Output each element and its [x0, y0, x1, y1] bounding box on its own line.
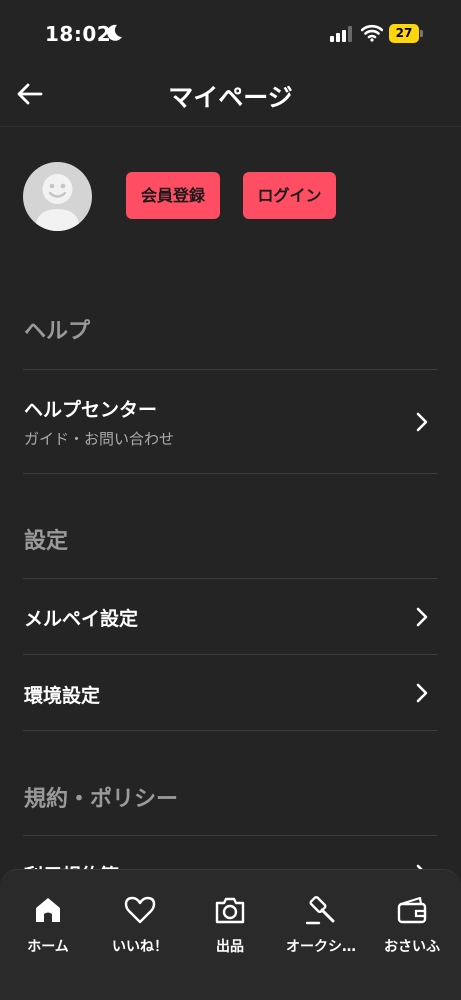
tab-likes[interactable]: いいね！: [94, 894, 186, 955]
wifi-icon: [361, 24, 383, 42]
chevron-right-icon: [416, 683, 428, 703]
tab-auction[interactable]: オークシ…: [275, 894, 367, 955]
cellular-signal-icon: [330, 26, 352, 42]
section-settings-title: 設定: [24, 529, 69, 554]
tab-wallet-label: おさいふ: [384, 939, 440, 955]
tab-sell[interactable]: 出品: [184, 894, 276, 955]
login-button[interactable]: ログイン: [243, 172, 336, 219]
chevron-right-icon: [416, 607, 428, 627]
bottom-tab-bar: ホーム いいね！ 出品 オークシ… おさいふ: [0, 869, 461, 1000]
tab-sell-label: 出品: [216, 939, 244, 955]
help-center-label: ヘルプセンター: [24, 399, 158, 421]
menu-item-help-center[interactable]: ヘルプセンター ガイド・お問い合わせ: [0, 370, 461, 473]
divider: [23, 730, 437, 731]
avatar[interactable]: [23, 162, 92, 231]
tab-wallet[interactable]: おさいふ: [366, 894, 458, 955]
section-help-title: ヘルプ: [24, 319, 91, 344]
wallet-icon: [397, 896, 427, 924]
page-title: マイページ: [168, 83, 293, 112]
menu-item-environment-settings[interactable]: 環境設定: [0, 655, 461, 730]
tab-home-label: ホーム: [27, 939, 69, 955]
help-center-subtitle: ガイド・お問い合わせ: [24, 430, 175, 448]
status-bar: 18:02 27: [0, 0, 461, 64]
merpay-settings-label: メルペイ設定: [24, 608, 139, 630]
tab-auction-label: オークシ…: [286, 939, 356, 955]
section-policy-title: 規約・ポリシー: [24, 787, 179, 812]
divider: [23, 473, 437, 474]
chevron-right-icon: [416, 412, 428, 432]
register-button[interactable]: 会員登録: [126, 172, 220, 219]
menu-item-merpay-settings[interactable]: メルペイ設定: [0, 579, 461, 654]
home-icon: [36, 898, 60, 922]
heart-icon: [124, 896, 156, 924]
battery-level: 27: [389, 24, 419, 43]
nav-header: マイページ: [0, 64, 461, 127]
default-avatar-icon: [35, 174, 80, 231]
profile-section: 会員登録 ログイン: [0, 150, 461, 245]
status-time: 18:02: [45, 22, 112, 46]
environment-settings-label: 環境設定: [24, 685, 101, 707]
moon-icon: [107, 24, 122, 41]
battery-icon: 27: [389, 24, 423, 43]
gavel-icon: [305, 895, 335, 925]
tab-home[interactable]: ホーム: [2, 894, 94, 955]
tab-likes-label: いいね！: [112, 939, 168, 955]
camera-icon: [215, 897, 245, 924]
